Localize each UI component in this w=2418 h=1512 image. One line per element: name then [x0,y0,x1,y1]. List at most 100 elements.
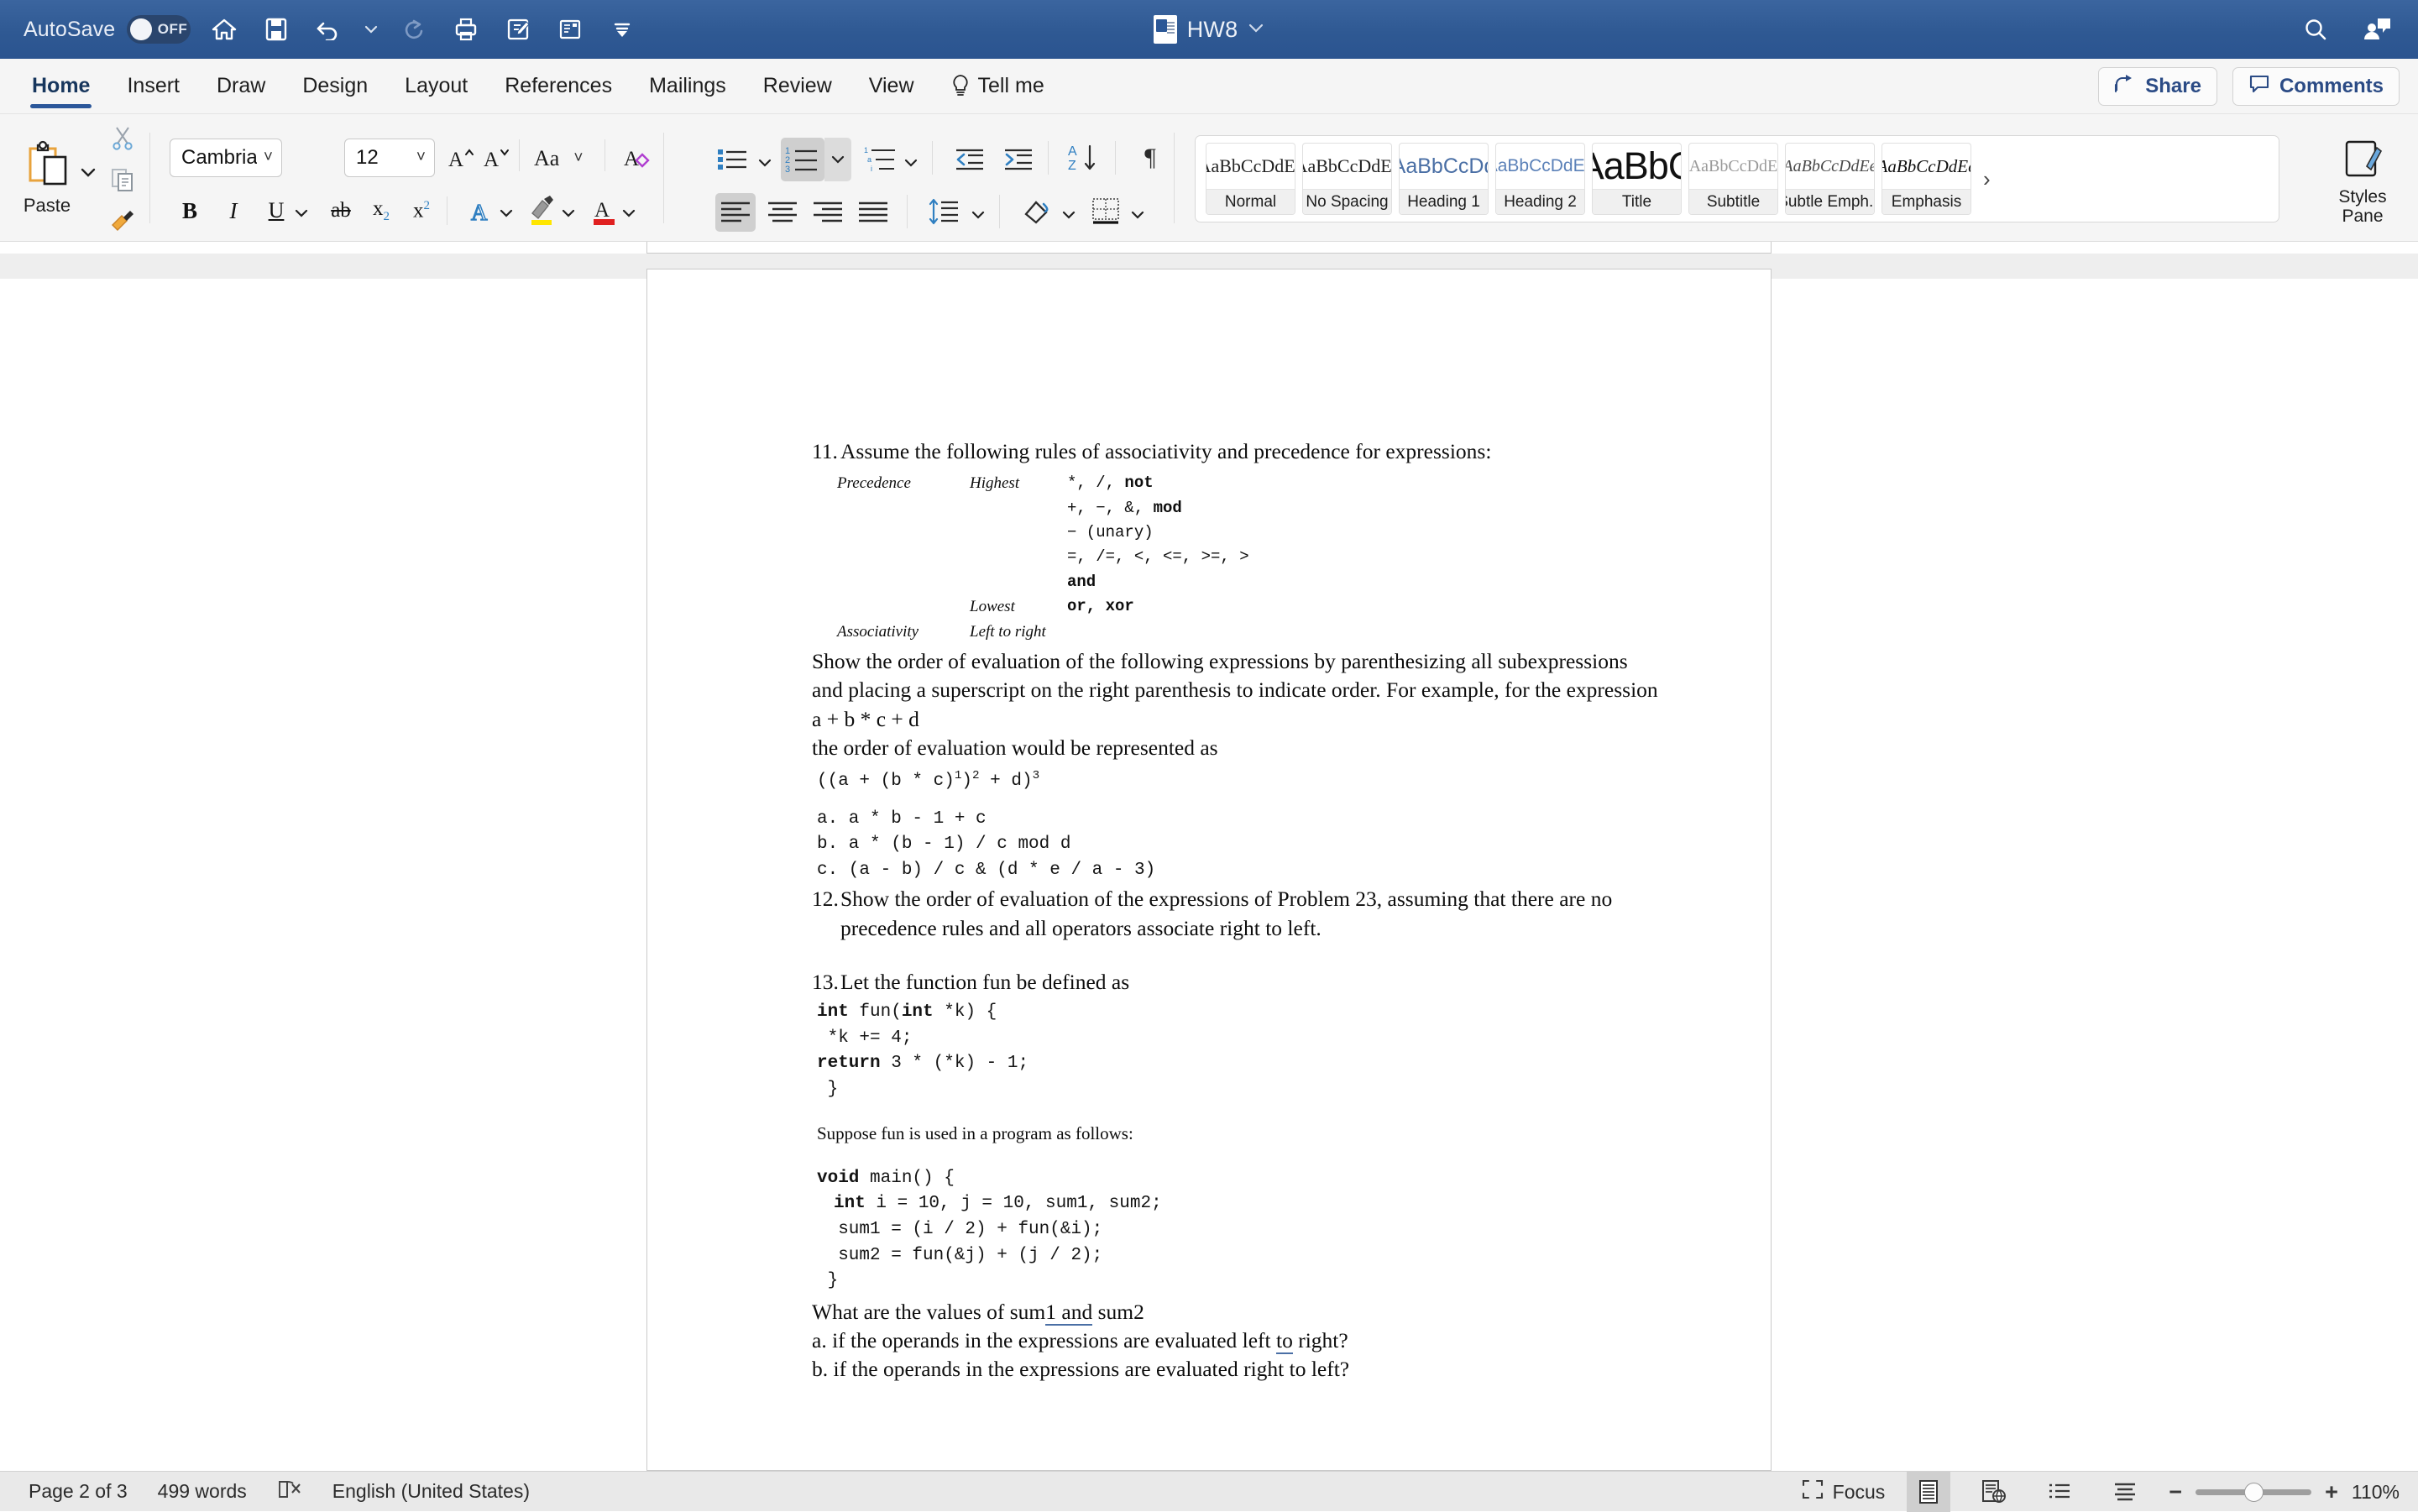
shrink-font-button[interactable]: A [479,139,516,176]
styles-gallery-next-button[interactable]: › [1975,166,1997,192]
line-spacing-button[interactable] [924,193,964,230]
increase-indent-button[interactable] [999,141,1038,178]
bullets-button[interactable] [714,141,752,178]
font-name-combo[interactable]: Cambria (B... ˅ [170,139,282,177]
borders-dropdown-icon[interactable] [1127,196,1149,233]
font-size-combo[interactable]: 12 ˅ [344,139,435,177]
style-title[interactable]: AaBbC Title [1592,143,1682,215]
document-page[interactable]: 11. Assume the following rules of associ… [646,269,1772,1471]
tab-tell-me[interactable]: Tell me [933,58,1063,113]
track-changes-icon[interactable] [500,11,536,48]
bullets-dropdown-icon[interactable] [754,144,776,181]
language-indicator[interactable]: English (United States) [332,1480,530,1503]
undo-dropdown-icon[interactable] [362,11,380,48]
autosave-control[interactable]: AutoSave OFF [24,15,191,44]
superscript-button[interactable]: x2 [403,192,440,229]
styles-pane-button[interactable]: Styles Pane [2322,139,2403,226]
italic-button[interactable]: I [215,192,252,229]
document-canvas[interactable]: 11. Assume the following rules of associ… [0,242,2418,1471]
account-icon[interactable] [2359,11,2396,48]
zoom-percentage[interactable]: 110% [2352,1481,2400,1504]
print-layout-view-button[interactable] [1907,1472,1951,1512]
grow-font-button[interactable]: A [443,139,480,176]
draft-view-button[interactable] [2103,1472,2147,1512]
document-name[interactable]: HW8 [1187,17,1238,43]
tab-insert[interactable]: Insert [108,58,198,113]
decrease-indent-button[interactable] [950,141,989,178]
list-item-13-number: 13. [812,969,839,994]
align-left-button[interactable] [715,193,756,232]
multilevel-list-button[interactable]: 1ai [861,141,900,178]
save-icon[interactable] [258,11,295,48]
highlight-color-button[interactable] [524,192,561,229]
style-no-spacing[interactable]: AaBbCcDdEe No Spacing [1302,143,1392,215]
style-heading-2[interactable]: AaBbCcDdEe Heading 2 [1495,143,1585,215]
comments-button[interactable]: Comments [2232,67,2400,106]
multilevel-dropdown-icon[interactable] [900,144,922,181]
style-subtitle[interactable]: AaBbCcDdE Subtitle [1688,143,1778,215]
previous-page-bottom [646,242,1772,254]
zoom-in-button[interactable]: + [2325,1479,2338,1505]
paste-dropdown-chevron-icon[interactable] [81,166,96,181]
customize-toolbar-icon[interactable] [604,11,641,48]
reading-view-icon[interactable] [552,11,589,48]
quick-access-toolbar: AutoSave OFF [0,11,641,48]
copy-button[interactable] [107,163,138,196]
style-subtle-emphasis[interactable]: AaBbCcDdEe Subtle Emph... [1785,143,1875,215]
font-color-dropdown-icon[interactable] [618,195,640,232]
change-case-button[interactable]: Aa ˅ [534,146,583,171]
show-formatting-marks-button[interactable]: ¶ [1132,139,1169,176]
autosave-toggle[interactable]: OFF [127,15,191,44]
shading-dropdown-icon[interactable] [1058,196,1080,233]
justify-button[interactable] [853,193,893,232]
search-icon[interactable] [2297,11,2334,48]
proofing-status-icon[interactable] [277,1478,302,1504]
code-text: *k) { [933,1002,997,1022]
tab-view[interactable]: View [850,58,933,113]
tab-review[interactable]: Review [745,58,850,113]
tab-references[interactable]: References [486,58,631,113]
text-effects-dropdown-icon[interactable] [495,195,517,232]
underline-dropdown-icon[interactable] [290,195,313,232]
strikethrough-button[interactable]: ab [322,192,359,229]
sort-button[interactable]: AZ [1063,139,1103,176]
table-row: Lowest or, xor [837,594,1249,619]
tab-draw[interactable]: Draw [198,58,284,113]
focus-button[interactable]: Focus [1802,1479,1885,1504]
cut-button[interactable] [107,121,138,154]
web-layout-view-button[interactable] [1972,1472,2016,1512]
shading-button[interactable] [1018,193,1056,230]
numbering-button[interactable]: 123 [781,138,824,181]
share-button[interactable]: Share [2098,67,2217,106]
bold-button[interactable]: B [171,192,208,229]
zoom-out-button[interactable]: − [2169,1479,2182,1505]
tab-home[interactable]: Home [13,58,108,113]
align-right-button[interactable] [808,193,848,232]
paste-button[interactable]: Paste [8,140,86,217]
outline-view-button[interactable] [2038,1472,2081,1512]
line-spacing-dropdown-icon[interactable] [967,196,989,233]
tab-design[interactable]: Design [284,58,386,113]
subscript-button[interactable]: x2 [363,192,400,229]
numbering-dropdown-icon[interactable] [824,138,851,181]
document-menu-chevron-icon[interactable] [1248,22,1264,38]
zoom-slider-handle[interactable] [2244,1482,2264,1502]
spelling-marked-text: 1 and [1045,1299,1093,1326]
borders-button[interactable] [1086,193,1125,230]
page-indicator[interactable]: Page 2 of 3 [29,1480,128,1503]
home-icon[interactable] [206,11,243,48]
undo-icon[interactable] [310,11,347,48]
style-normal[interactable]: AaBbCcDdEe Normal [1206,143,1295,215]
align-center-button[interactable] [762,193,803,232]
instructions-paragraph: Show the order of evaluation of the foll… [812,649,1658,703]
word-count[interactable]: 499 words [158,1480,247,1503]
tab-layout[interactable]: Layout [386,58,486,113]
tab-mailings[interactable]: Mailings [631,58,745,113]
highlight-dropdown-icon[interactable] [557,195,579,232]
zoom-slider-track[interactable] [2196,1482,2312,1502]
style-emphasis[interactable]: AaBbCcDdEe Emphasis [1882,143,1971,215]
style-heading-1[interactable]: AaBbCcDd Heading 1 [1399,143,1489,215]
format-painter-button[interactable] [107,205,138,238]
print-icon[interactable] [447,11,484,48]
clear-formatting-button[interactable]: A [621,139,658,176]
